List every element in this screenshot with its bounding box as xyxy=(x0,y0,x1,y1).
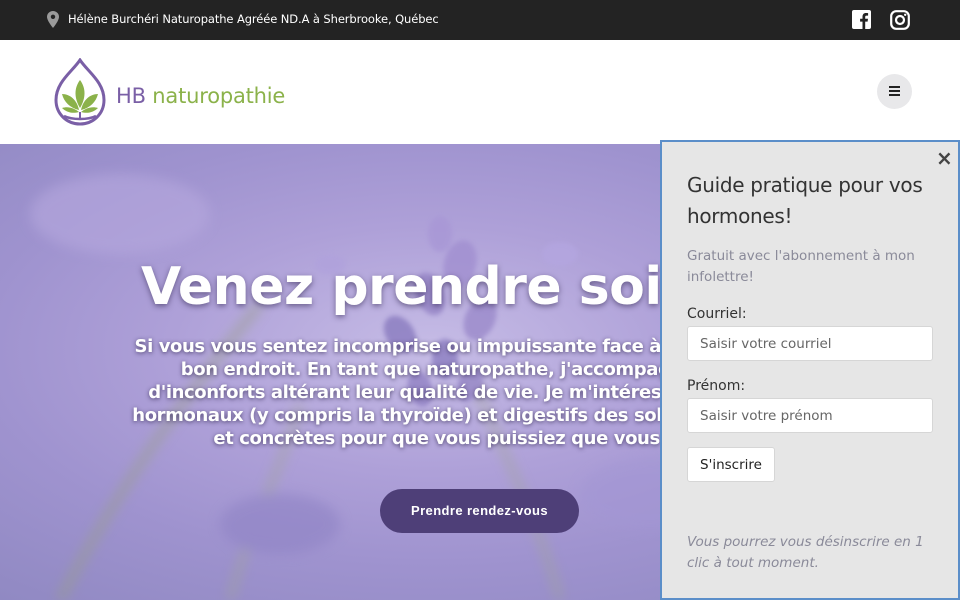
site-header: HB naturopathie xyxy=(0,40,960,144)
address-text: Hélène Burchéri Naturopathe Agréée ND.A … xyxy=(68,12,439,26)
logo-text[interactable]: HB naturopathie xyxy=(116,84,285,108)
instagram-icon[interactable] xyxy=(890,10,910,30)
map-pin-icon xyxy=(47,11,59,28)
email-label: Courriel: xyxy=(687,306,747,322)
logo-hb: HB xyxy=(116,84,146,108)
firstname-label: Prénom: xyxy=(687,378,746,394)
firstname-field[interactable] xyxy=(687,398,933,433)
newsletter-popup: × Guide pratique pour vos hormones! Grat… xyxy=(660,140,960,600)
logo-name: naturopathie xyxy=(152,84,286,108)
email-field[interactable] xyxy=(687,326,933,361)
appointment-button[interactable]: Prendre rendez-vous xyxy=(380,489,579,533)
top-bar: Hélène Burchéri Naturopathe Agréée ND.A … xyxy=(0,0,960,40)
popup-title: Guide pratique pour vos hormones! xyxy=(687,173,923,228)
subscribe-button[interactable]: S'inscrire xyxy=(687,447,775,482)
logo-icon[interactable] xyxy=(52,58,112,126)
facebook-icon[interactable] xyxy=(852,10,871,29)
popup-subtitle: Gratuit avec l'abonnement à mon infolett… xyxy=(687,248,915,285)
hamburger-icon xyxy=(889,86,900,96)
menu-button[interactable] xyxy=(877,74,912,109)
unsubscribe-note: Vous pourrez vous désinscrire en 1 clic … xyxy=(687,534,924,571)
close-icon[interactable]: × xyxy=(936,148,953,168)
